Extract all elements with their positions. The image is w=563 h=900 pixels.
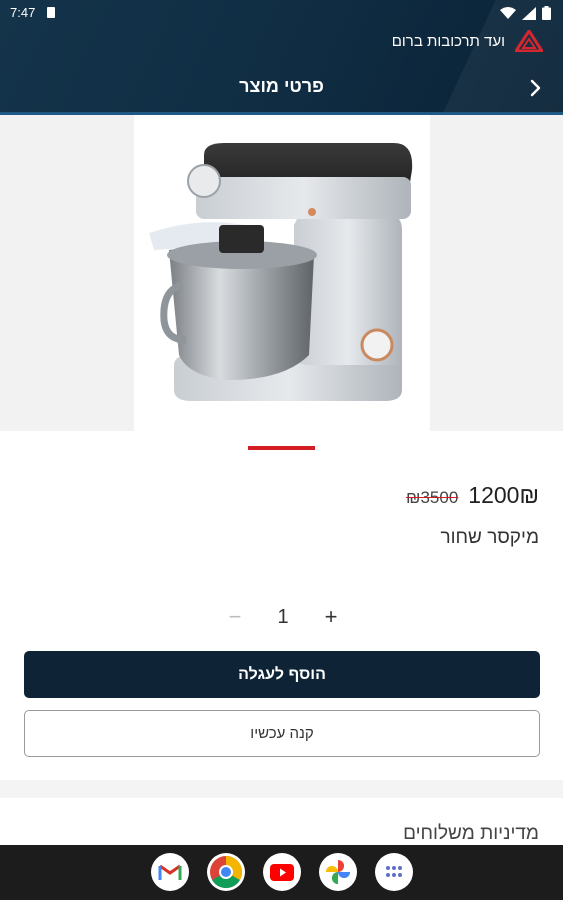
back-button[interactable] (520, 74, 550, 102)
youtube-icon[interactable] (263, 853, 301, 891)
battery-icon (542, 6, 551, 20)
quantity-decrease-button[interactable]: − (223, 604, 247, 630)
price-row: 1200₪ ₪3500 (406, 482, 539, 509)
sd-card-icon (47, 7, 55, 18)
old-price: ₪3500 (406, 488, 459, 507)
brand-name: ועד תרכובות ברום (391, 32, 505, 50)
quantity-value: 1 (277, 605, 289, 628)
buy-now-button[interactable]: קנה עכשיו (24, 710, 540, 757)
currency-symbol: ₪ (519, 482, 539, 508)
youtube-glyph (270, 863, 294, 881)
status-time: 7:47 (10, 5, 36, 20)
add-to-cart-button[interactable]: הוסף לעגלה (24, 651, 540, 698)
gmail-glyph (158, 864, 182, 880)
product-image (134, 115, 430, 431)
product-gallery[interactable] (0, 115, 563, 431)
status-icons (500, 6, 551, 20)
quantity-increase-button[interactable]: + (319, 604, 343, 630)
nav-bar: פרטי מוצר (0, 62, 563, 112)
quantity-stepper: − 1 + (223, 602, 343, 632)
page-title: פרטי מוצר (239, 76, 324, 96)
photos-icon[interactable] (319, 853, 357, 891)
app-dock (0, 845, 563, 900)
product-name: מיקסר שחור (440, 527, 539, 548)
photos-glyph (326, 860, 350, 884)
price-value: 1200 (468, 482, 520, 508)
signal-icon (522, 6, 536, 20)
chrome-glyph (210, 855, 243, 889)
app-header: 7:47 ועד תרכובות ברום פרטי מוצר (0, 0, 563, 113)
stand-mixer-image (149, 143, 413, 401)
brand: ועד תרכובות ברום (392, 30, 543, 52)
shipping-policy-section[interactable]: מדיניות משלוחים (403, 823, 539, 845)
wifi-icon (500, 6, 516, 19)
chevron-right-icon (530, 79, 541, 97)
app-drawer-icon[interactable] (375, 853, 413, 891)
chrome-icon[interactable] (207, 853, 245, 891)
price: 1200₪ (468, 482, 539, 509)
gmail-icon[interactable] (151, 853, 189, 891)
status-bar: 7:47 (0, 0, 563, 26)
section-divider (0, 780, 563, 798)
gallery-indicator (248, 446, 315, 450)
brand-logo-icon (515, 30, 543, 52)
app-drawer-glyph (386, 866, 402, 877)
